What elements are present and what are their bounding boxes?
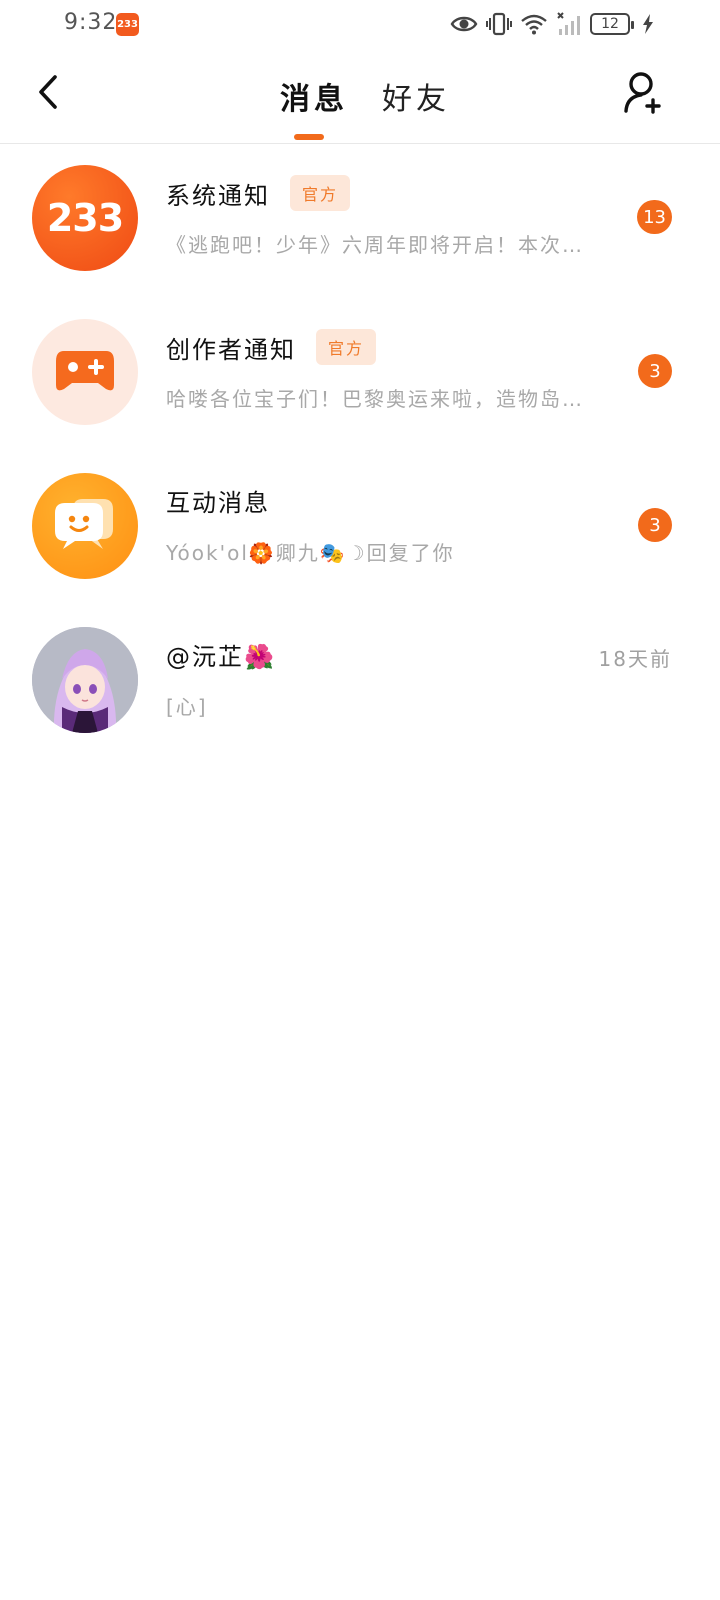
wifi-icon: [520, 13, 548, 35]
conversation-title-row: 创作者通知 官方: [166, 329, 377, 365]
conversation-title-row: 互动消息: [166, 483, 270, 518]
logo-233-icon: 233: [46, 196, 124, 240]
conversation-item-creator-notice[interactable]: 创作者通知 官方 哈喽各位宝子们！巴黎奥运来啦，造物岛… 3: [0, 299, 720, 453]
unread-count-badge: 13: [637, 200, 672, 234]
conversation-title: @沅芷🌺: [166, 643, 276, 671]
eye-icon: [450, 14, 478, 34]
battery-icon: 12: [590, 13, 634, 35]
active-tab-indicator: [294, 134, 324, 140]
creator-notice-avatar: [32, 319, 138, 425]
add-user-icon: [623, 70, 665, 118]
signal-icon: [556, 12, 582, 36]
conversation-title: 系统通知: [166, 181, 270, 210]
charging-icon: [642, 13, 654, 35]
conversation-preview: 哈喽各位宝子们！巴黎奥运来啦，造物岛…: [166, 387, 584, 411]
vibrate-icon: [486, 12, 512, 36]
conversation-title-row: 系统通知 官方: [166, 175, 351, 211]
chat-smile-icon: [53, 495, 117, 557]
unread-count-badge: 3: [638, 508, 672, 542]
unread-count-badge: 3: [638, 354, 672, 388]
status-time: 9:32: [64, 10, 118, 35]
system-notice-avatar: 233: [32, 165, 138, 271]
gamepad-plus-icon: [54, 345, 116, 399]
conversation-preview: Yóok'ol🏵️卿九🎭☽回复了你: [166, 541, 455, 565]
tab-friends[interactable]: 好友: [382, 74, 450, 118]
app-notification-icon: 233: [116, 13, 139, 36]
anime-character-avatar-icon: [32, 627, 138, 733]
user-avatar: [32, 627, 138, 733]
conversation-time: 18天前: [598, 647, 672, 671]
messages-screen: 9:32 233 12 消息 好友 233 系统通知 官方 《逃跑吧！少年》六周…: [0, 0, 720, 1600]
official-badge: 官方: [316, 329, 377, 365]
conversation-item-system-notice[interactable]: 233 系统通知 官方 《逃跑吧！少年》六周年即将开启！本次… 13: [0, 145, 720, 299]
conversation-item-user-chat[interactable]: @沅芷🌺 [心] 18天前: [0, 607, 720, 761]
tab-messages[interactable]: 消息: [280, 74, 348, 118]
conversation-item-interactions[interactable]: 互动消息 Yóok'ol🏵️卿九🎭☽回复了你 3: [0, 453, 720, 607]
official-badge: 官方: [290, 175, 351, 211]
status-icons: 12: [450, 10, 654, 38]
status-bar: 9:32 233 12: [0, 0, 720, 48]
conversation-preview: [心]: [166, 695, 208, 719]
interactions-avatar: [32, 473, 138, 579]
conversation-title: 互动消息: [166, 489, 270, 517]
tab-bar: 消息 好友: [0, 74, 720, 118]
top-nav-bar: 消息 好友: [0, 48, 720, 144]
add-friend-button[interactable]: [620, 70, 668, 118]
conversation-list: 233 系统通知 官方 《逃跑吧！少年》六周年即将开启！本次… 13 创作者通知…: [0, 145, 720, 761]
conversation-preview: 《逃跑吧！少年》六周年即将开启！本次…: [166, 233, 584, 257]
conversation-title-row: @沅芷🌺: [166, 637, 276, 672]
conversation-title: 创作者通知: [166, 335, 296, 364]
